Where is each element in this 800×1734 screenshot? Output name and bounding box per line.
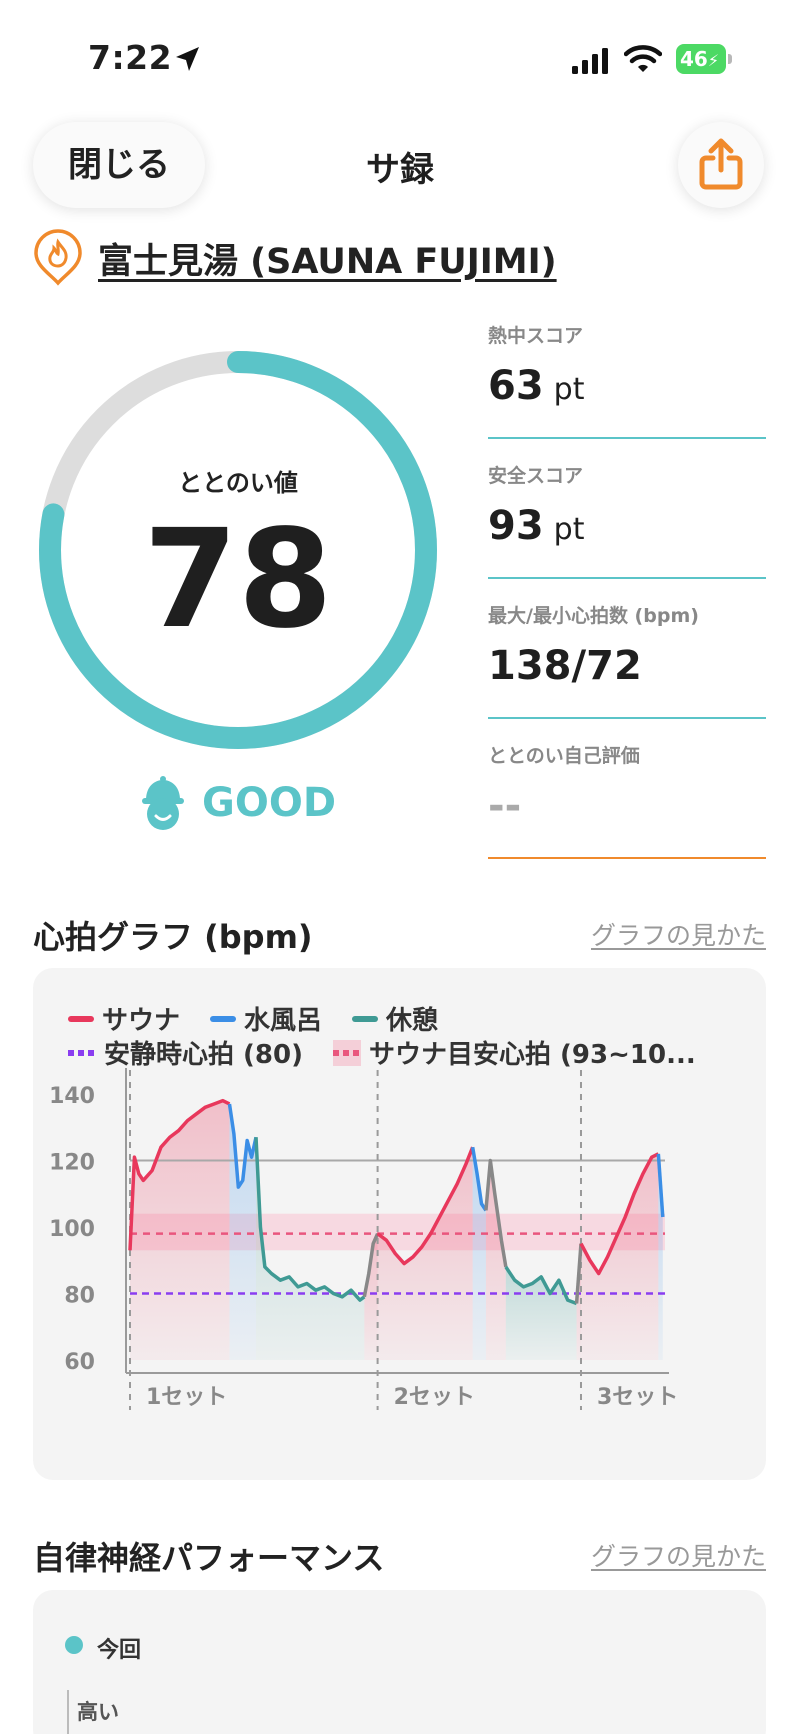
heart-rate-chart: 140 120 100 80 60 1セット 2セット 3セット xyxy=(49,1068,678,1410)
legend-cold-bath: 水風呂 xyxy=(210,1000,322,1037)
legend-swatch xyxy=(210,1015,237,1022)
chart-legend-row-2: 安静時心拍 (80) サウナ目安心拍 (93~10... xyxy=(68,1034,726,1071)
stat-label: 最大/最小心拍数 (bpm) xyxy=(488,605,699,627)
x-tick-label: 2セット xyxy=(394,1385,475,1410)
share-button[interactable] xyxy=(678,122,764,208)
legend-sauna-target: サウナ目安心拍 (93~10... xyxy=(333,1034,696,1071)
cellular-signal-icon xyxy=(572,48,608,74)
autonomic-title: 自律神経パフォーマンス xyxy=(33,1539,385,1577)
heat-score-stat: 熱中スコア 63 pt xyxy=(488,311,766,439)
battery-cap xyxy=(728,54,732,64)
share-icon xyxy=(699,138,743,190)
stat-value: -- xyxy=(488,783,522,829)
series-area-sauna xyxy=(580,1153,659,1360)
series-area-sauna xyxy=(130,1100,230,1360)
score-label: ととのい値 xyxy=(178,469,298,497)
legend-current: 今回 xyxy=(97,1638,142,1663)
facility-link[interactable]: 富士見湯 (SAUNA FUJIMI) xyxy=(98,233,557,284)
legend-swatch xyxy=(352,1015,379,1022)
legend-swatch xyxy=(68,1049,96,1056)
stat-label: 熱中スコア xyxy=(488,325,584,347)
safety-score-stat: 安全スコア 93 pt xyxy=(488,451,766,579)
status-bar: 7:22 46⚡ xyxy=(0,0,800,110)
legend-swatch xyxy=(333,1039,361,1066)
wifi-icon xyxy=(624,45,662,72)
legend-resting-hr: 安静時心拍 (80) xyxy=(68,1034,303,1071)
status-time: 7:22 xyxy=(88,38,173,77)
heart-graph-title: 心拍グラフ (bpm) xyxy=(33,918,313,956)
axis-label-high: 高い xyxy=(77,1700,119,1724)
y-tick-label: 100 xyxy=(49,1217,95,1242)
heart-rate-range-stat: 最大/最小心拍数 (bpm) 138/72 xyxy=(488,591,766,719)
legend-swatch xyxy=(68,1015,94,1022)
y-tick-label: 80 xyxy=(64,1284,95,1309)
stat-value: 93 pt xyxy=(488,503,585,549)
charging-bolt-icon: ⚡ xyxy=(707,51,720,70)
y-tick-label: 120 xyxy=(49,1151,95,1176)
heart-graph-help-link[interactable]: グラフの見かた xyxy=(591,916,766,952)
stat-label: 安全スコア xyxy=(488,465,584,487)
autonomic-help-link[interactable]: グラフの見かた xyxy=(591,1537,766,1573)
mascot-icon xyxy=(142,776,184,830)
chart-legend-row-1: サウナ 水風呂 休憩 xyxy=(68,1000,468,1037)
location-arrow-icon xyxy=(176,47,199,71)
score-value: 78 xyxy=(143,501,333,659)
legend-dot xyxy=(65,1636,83,1654)
legend-rest: 休憩 xyxy=(352,1000,438,1037)
stat-value: 63 pt xyxy=(488,363,585,409)
x-tick-label: 3セット xyxy=(597,1385,678,1410)
stat-value: 138/72 xyxy=(488,643,642,689)
x-tick-label: 1セット xyxy=(146,1385,227,1410)
heart-rate-chart-card: サウナ 水風呂 休憩 安静時心拍 (80) サウナ目安心拍 (93~10... … xyxy=(33,968,766,1480)
y-tick-label: 140 xyxy=(49,1084,95,1109)
autonomic-chart-card: 今回 高い xyxy=(33,1590,766,1734)
score-rating: GOOD xyxy=(202,780,337,826)
stat-label: ととのい自己評価 xyxy=(488,745,640,767)
y-axis xyxy=(67,1690,69,1734)
battery-level: 46⚡ xyxy=(676,44,726,74)
battery-indicator: 46⚡ xyxy=(676,44,732,74)
self-rating-stat[interactable]: ととのい自己評価 -- xyxy=(488,731,766,859)
sauna-pin-icon xyxy=(34,229,82,286)
legend-sauna: サウナ xyxy=(68,1000,180,1037)
y-tick-label: 60 xyxy=(64,1350,95,1375)
